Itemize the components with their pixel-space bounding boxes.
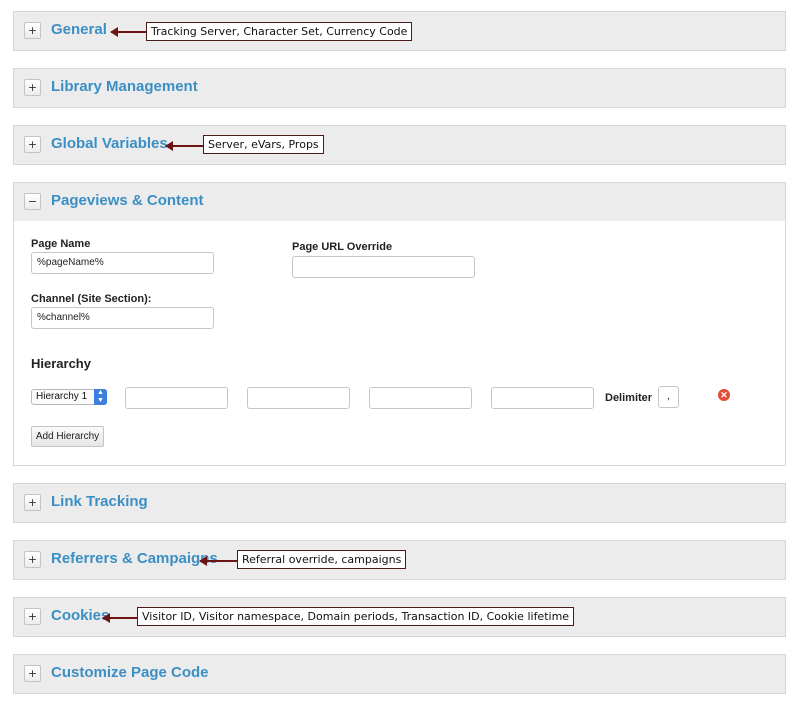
- section-title-library[interactable]: Library Management: [51, 78, 198, 95]
- section-library-management: + Library Management: [13, 68, 786, 108]
- section-link-tracking: + Link Tracking: [13, 483, 786, 523]
- expand-toggle-global-variables[interactable]: +: [24, 136, 41, 153]
- expand-toggle-customize[interactable]: +: [24, 665, 41, 682]
- annotation-arrow-cookies: [103, 617, 138, 619]
- channel-input[interactable]: %channel%: [31, 307, 214, 329]
- expand-toggle-link-tracking[interactable]: +: [24, 494, 41, 511]
- section-title-general[interactable]: General: [51, 21, 107, 38]
- hierarchy-level-1-input[interactable]: [125, 387, 228, 409]
- section-header-customize[interactable]: + Customize Page Code: [14, 655, 785, 693]
- annotation-global-variables: Server, eVars, Props: [203, 135, 324, 154]
- annotation-arrow-general: [111, 31, 147, 33]
- section-title-customize[interactable]: Customize Page Code: [51, 664, 209, 681]
- expand-toggle-library[interactable]: +: [24, 79, 41, 96]
- section-global-variables: + Global Variables: [13, 125, 786, 165]
- section-title-global-variables[interactable]: Global Variables: [51, 135, 168, 152]
- hierarchy-select-value: Hierarchy 1: [36, 391, 87, 402]
- hierarchy-level-3-input[interactable]: [369, 387, 472, 409]
- hierarchy-select[interactable]: Hierarchy 1 ▲▼: [31, 389, 107, 405]
- hierarchy-level-2-input[interactable]: [247, 387, 350, 409]
- annotation-arrow-global-variables: [166, 145, 204, 147]
- expand-toggle-cookies[interactable]: +: [24, 608, 41, 625]
- section-title-referrers[interactable]: Referrers & Campaigns: [51, 550, 218, 567]
- annotation-referrers: Referral override, campaigns: [237, 550, 406, 569]
- expand-toggle-referrers[interactable]: +: [24, 551, 41, 568]
- page-url-override-input[interactable]: [292, 256, 475, 278]
- page-name-input[interactable]: %pageName%: [31, 252, 214, 274]
- section-pageviews-content: − Pageviews & Content Page Name %pageNam…: [13, 182, 786, 466]
- add-hierarchy-button[interactable]: Add Hierarchy: [31, 426, 104, 447]
- section-header-link-tracking[interactable]: + Link Tracking: [14, 484, 785, 522]
- annotation-cookies: Visitor ID, Visitor namespace, Domain pe…: [137, 607, 574, 626]
- collapse-toggle-pageviews[interactable]: −: [24, 193, 41, 210]
- delimiter-label: Delimiter: [605, 392, 652, 404]
- section-title-cookies[interactable]: Cookies: [51, 607, 109, 624]
- section-title-pageviews[interactable]: Pageviews & Content: [51, 192, 204, 209]
- expand-toggle-general[interactable]: +: [24, 22, 41, 39]
- select-updown-icon: ▲▼: [94, 389, 107, 405]
- section-header-library[interactable]: + Library Management: [14, 69, 785, 107]
- page-url-override-label: Page URL Override: [292, 241, 392, 253]
- page-name-label: Page Name: [31, 238, 90, 250]
- delimiter-input[interactable]: ,: [658, 386, 679, 408]
- annotation-general: Tracking Server, Character Set, Currency…: [146, 22, 412, 41]
- section-title-link-tracking[interactable]: Link Tracking: [51, 493, 148, 510]
- section-header-global-variables[interactable]: + Global Variables: [14, 126, 785, 164]
- annotation-arrow-referrers: [200, 560, 238, 562]
- hierarchy-level-4-input[interactable]: [491, 387, 594, 409]
- section-header-pageviews[interactable]: − Pageviews & Content: [14, 183, 785, 221]
- section-customize-page-code: + Customize Page Code: [13, 654, 786, 694]
- hierarchy-heading: Hierarchy: [31, 356, 91, 371]
- remove-hierarchy-icon[interactable]: ✕: [718, 389, 730, 401]
- channel-label: Channel (Site Section):: [31, 293, 151, 305]
